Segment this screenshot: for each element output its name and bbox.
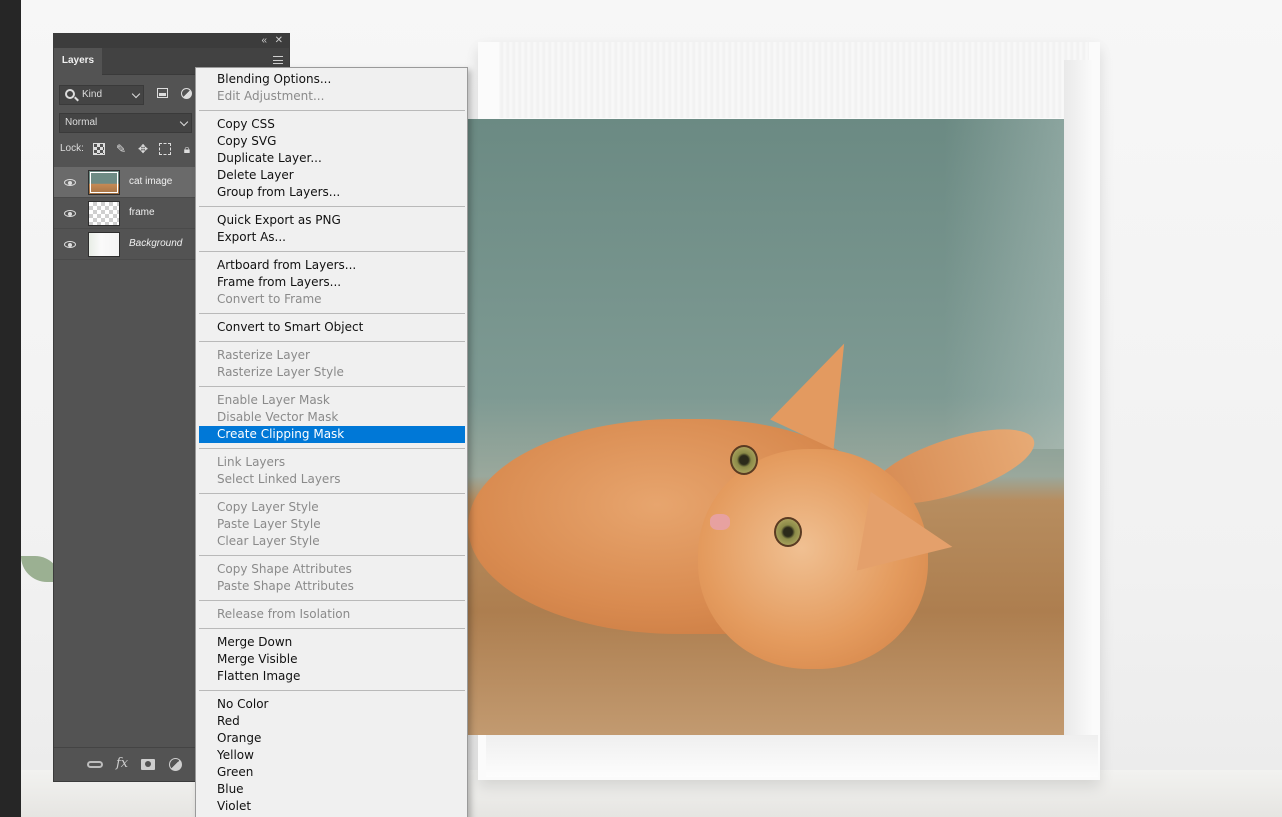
menu-item-convert-to-smart-object[interactable]: Convert to Smart Object <box>199 319 465 336</box>
layer-name[interactable]: Background <box>129 238 182 249</box>
picture-frame-right <box>1064 60 1092 760</box>
menu-item-red[interactable]: Red <box>199 713 465 730</box>
blend-mode-dropdown[interactable]: Normal <box>59 113 192 133</box>
lock-icon[interactable]: 🔒︎ <box>181 143 193 155</box>
menu-item-blending-options[interactable]: Blending Options... <box>199 71 465 88</box>
workspace-edge <box>0 0 21 817</box>
menu-item-group-from-layers[interactable]: Group from Layers... <box>199 184 465 201</box>
menu-item-flatten-image[interactable]: Flatten Image <box>199 668 465 685</box>
brush-icon[interactable]: ✎ <box>115 143 127 155</box>
menu-item-create-clipping-mask[interactable]: Create Clipping Mask <box>199 426 465 443</box>
cat-ear <box>856 491 960 587</box>
menu-item-artboard-from-layers[interactable]: Artboard from Layers... <box>199 257 465 274</box>
kind-filter-label: Kind <box>82 89 103 100</box>
layer-row[interactable]: Background <box>54 229 196 260</box>
menu-item-yellow[interactable]: Yellow <box>199 747 465 764</box>
fx-icon[interactable]: fx <box>116 757 128 771</box>
tab-layers[interactable]: Layers <box>54 48 102 75</box>
menu-item-frame-from-layers[interactable]: Frame from Layers... <box>199 274 465 291</box>
close-icon[interactable]: ✕ <box>275 35 283 47</box>
cat-nose <box>710 514 730 530</box>
chevron-down-icon <box>179 117 189 127</box>
cat-photo <box>468 119 1064 735</box>
link-icon[interactable] <box>87 761 103 768</box>
menu-separator <box>199 448 465 449</box>
menu-separator <box>199 628 465 629</box>
menu-item-orange[interactable]: Orange <box>199 730 465 747</box>
menu-separator <box>199 251 465 252</box>
eye-icon[interactable] <box>64 241 76 248</box>
menu-item-green[interactable]: Green <box>199 764 465 781</box>
search-icon <box>65 89 75 99</box>
filter-adjustment-layers-icon[interactable] <box>181 88 192 99</box>
menu-item-enable-layer-mask: Enable Layer Mask <box>217 393 330 407</box>
layer-name[interactable]: frame <box>129 207 155 218</box>
menu-item-merge-down[interactable]: Merge Down <box>199 634 465 651</box>
kind-filter-dropdown[interactable]: Kind <box>59 85 144 105</box>
move-icon[interactable]: ✥ <box>137 143 149 155</box>
filter-pixel-layers-icon[interactable] <box>157 88 168 98</box>
menu-item-delete-layer[interactable]: Delete Layer <box>199 167 465 184</box>
menu-item-rasterize-layer-style: Rasterize Layer Style <box>217 365 344 379</box>
menu-separator <box>199 313 465 314</box>
menu-separator <box>199 341 465 342</box>
menu-separator <box>199 690 465 691</box>
adjustment-icon[interactable] <box>169 758 182 771</box>
panel-title-bar[interactable]: « ✕ <box>54 34 289 48</box>
menu-item-link-layers: Link Layers <box>217 455 286 469</box>
photo-wall-light <box>944 119 1064 449</box>
eye-icon[interactable] <box>64 179 76 186</box>
menu-item-copy-layer-style: Copy Layer Style <box>217 500 319 514</box>
menu-item-export-as[interactable]: Export As... <box>199 229 465 246</box>
menu-item-release-from-isolation: Release from Isolation <box>217 607 351 621</box>
menu-separator <box>199 110 465 111</box>
chevron-down-icon <box>131 89 141 99</box>
menu-item-duplicate-layer[interactable]: Duplicate Layer... <box>199 150 465 167</box>
menu-separator <box>199 555 465 556</box>
panel-menu-icon[interactable] <box>273 56 283 64</box>
menu-separator <box>199 493 465 494</box>
collapse-icon[interactable]: « <box>261 35 267 47</box>
menu-item-copy-svg[interactable]: Copy SVG <box>199 133 465 150</box>
menu-item-blue[interactable]: Blue <box>199 781 465 798</box>
menu-item-copy-css[interactable]: Copy CSS <box>199 116 465 133</box>
cat-eye <box>774 517 802 547</box>
layer-thumbnail[interactable] <box>88 201 120 226</box>
menu-separator <box>199 386 465 387</box>
layer-thumbnail[interactable] <box>88 170 120 195</box>
layer-thumbnail[interactable] <box>88 232 120 257</box>
menu-separator <box>199 206 465 207</box>
layer-name[interactable]: cat image <box>129 176 172 187</box>
eye-icon[interactable] <box>64 210 76 217</box>
menu-item-convert-to-frame: Convert to Frame <box>217 292 322 306</box>
blend-mode-value: Normal <box>65 117 98 128</box>
menu-separator <box>199 600 465 601</box>
menu-item-rasterize-layer: Rasterize Layer <box>217 348 310 362</box>
cat-eye <box>730 445 758 475</box>
picture-frame-bottom <box>486 735 1098 777</box>
lock-label: Lock: <box>60 143 84 154</box>
menu-item-quick-export-as-png[interactable]: Quick Export as PNG <box>199 212 465 229</box>
menu-item-copy-shape-attributes: Copy Shape Attributes <box>217 562 352 576</box>
menu-item-merge-visible[interactable]: Merge Visible <box>199 651 465 668</box>
layer-row[interactable]: cat image <box>54 167 196 198</box>
artboard-lock-icon[interactable] <box>159 143 171 155</box>
layer-context-menu: Blending Options... Edit Adjustment... Cop… <box>195 67 468 817</box>
menu-item-paste-shape-attributes: Paste Shape Attributes <box>217 579 354 593</box>
menu-item-select-linked-layers: Select Linked Layers <box>217 472 341 486</box>
menu-item-violet[interactable]: Violet <box>199 798 465 815</box>
layer-row[interactable]: frame <box>54 198 196 229</box>
menu-item-edit-adjustment: Edit Adjustment... <box>217 89 325 103</box>
menu-item-no-color[interactable]: No Color <box>199 696 465 713</box>
menu-item-clear-layer-style: Clear Layer Style <box>217 534 320 548</box>
mask-icon[interactable] <box>141 759 155 770</box>
lock-transparent-pixels-icon[interactable] <box>93 143 105 155</box>
menu-item-disable-vector-mask: Disable Vector Mask <box>217 410 339 424</box>
picture-frame-top <box>499 42 1089 118</box>
menu-item-paste-layer-style: Paste Layer Style <box>217 517 321 531</box>
